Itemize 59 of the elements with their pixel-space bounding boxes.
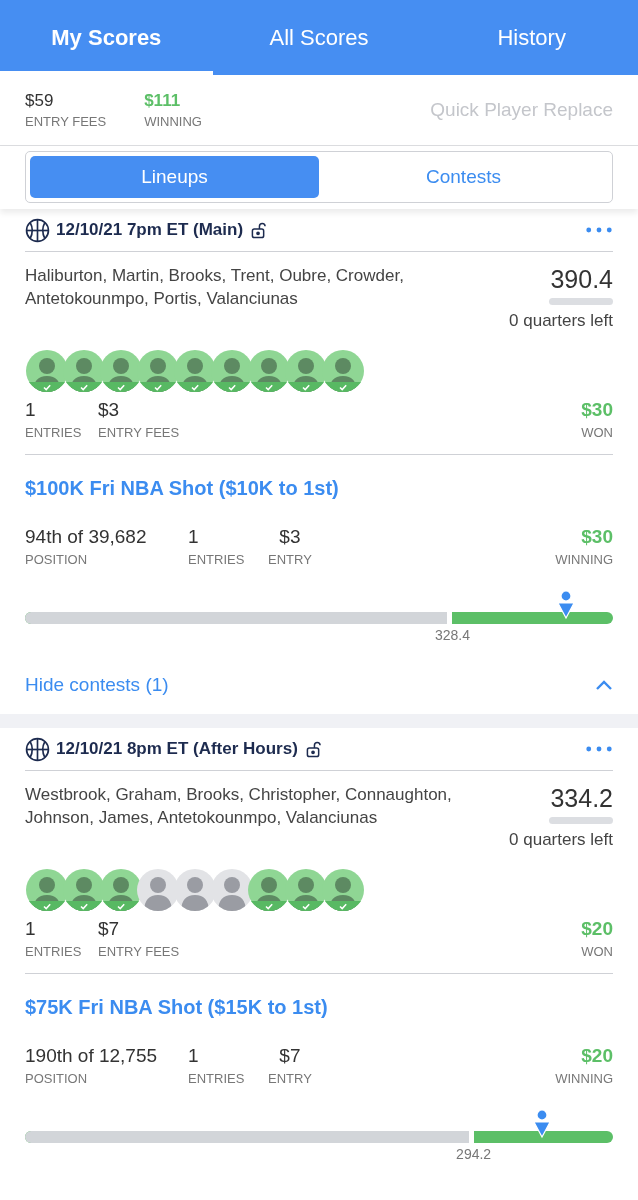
quarters-left: 0 quarters left [509,830,613,850]
stat-label: ENTRIES [188,552,246,567]
stat-value: $59 [25,91,55,111]
cutoff-score: 294.2 [456,1146,492,1162]
more-icon[interactable] [585,226,613,234]
quarters-left: 0 quarters left [509,311,613,331]
cutoff-score: 328.4 [434,627,470,643]
stat-label: ENTRY [268,1071,312,1086]
basketball-icon [25,217,50,243]
winning-amount: $30 [581,526,613,548]
more-icon[interactable] [585,745,613,753]
hide-contests-toggle[interactable]: Hide contests (1) [25,656,613,714]
progress-track [549,298,613,305]
segment-tab[interactable]: Contests [319,156,608,198]
contest-name[interactable]: $75K Fri NBA Shot ($15K to 1st) [25,996,613,1019]
stat-value: $111 [144,91,182,111]
stat-value: 1 [25,399,37,421]
stat-label: WON [581,944,613,959]
won-amount: $30 [581,399,613,421]
stat-label: WON [581,425,613,440]
lineup-title: 12/10/21 8pm ET (After Hours) [56,739,298,759]
stat-label: ENTRIES [25,944,83,959]
stat-label: WINNING [555,552,613,567]
segment-tab[interactable]: Lineups [30,156,319,198]
quick-replace-link[interactable]: Quick Player Replace [430,99,613,121]
winning-amount: $20 [581,1045,613,1067]
lineup-title: 12/10/21 7pm ET (Main) [56,220,244,240]
stat-value: 1 [25,918,37,940]
unlocked-icon [251,221,267,239]
stat-value: $7 [279,1045,301,1067]
tab[interactable]: All Scores [212,0,426,75]
stat-label: ENTRY FEES [98,425,180,440]
stat-label: ENTRY FEES [25,114,107,129]
stat-value: 1 [188,526,200,548]
stat-label: ENTRIES [25,425,83,440]
stat-label: ENTRY FEES [98,944,180,959]
tab[interactable]: My Scores [0,0,213,75]
stat-value: $7 [98,918,121,940]
stat-value: $3 [98,399,121,421]
unlocked-icon [305,740,321,758]
player-names: Haliburton, Martin, Brooks, Trent, Oubre, Crowder, Antetokounmpo, Portis, Valanciunas [25,265,405,310]
stat-label: WINNING [555,1071,613,1086]
stat-label: POSITION [25,1071,89,1086]
progress-track [549,817,613,824]
lineup-score: 334.2 [550,783,613,813]
stat-label: ENTRY [268,552,312,567]
basketball-icon [25,736,50,762]
tab[interactable]: History [425,0,638,75]
position-value: 190th of 12,755 [25,1045,159,1067]
stat-label: WINNING [144,114,202,129]
player-names: Westbrook, Graham, Brooks, Christopher, Connaughton, Johnson, James, Antetokounmpo, Valanciunas [25,784,453,829]
stat-value: $3 [279,526,301,548]
lineup-score: 390.4 [550,264,613,294]
position-value: 94th of 39,682 [25,526,148,548]
won-amount: $20 [581,918,613,940]
stat-label: ENTRIES [188,1071,246,1086]
stat-label: POSITION [25,552,89,567]
stat-value: 1 [188,1045,200,1067]
contest-name[interactable]: $100K Fri NBA Shot ($10K to 1st) [25,477,613,500]
